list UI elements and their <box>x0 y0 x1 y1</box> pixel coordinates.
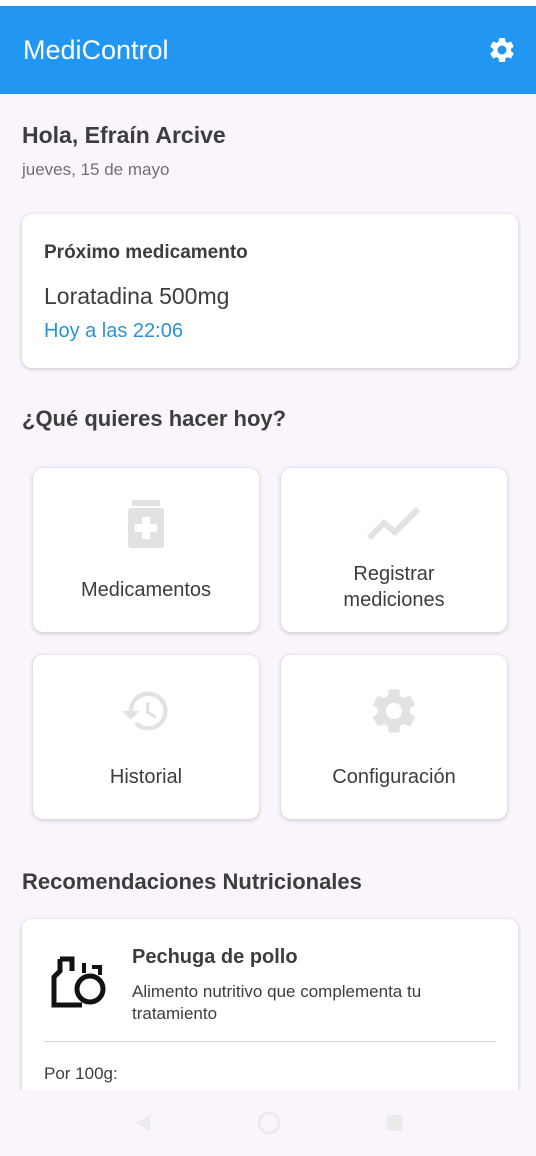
register-measurements-tile[interactable]: Registrar mediciones <box>281 468 507 632</box>
app-title: MediControl <box>23 34 169 65</box>
greeting: Hola, Efraín Arcive <box>22 122 226 148</box>
configuration-tile[interactable]: Configuración <box>281 655 507 819</box>
food-recommendation-card[interactable]: Pechuga de pollo Alimento nutritivo que … <box>22 919 518 1090</box>
next-medication-name: Loratadina 500mg <box>44 283 230 309</box>
divider <box>44 1041 496 1042</box>
food-portion-label: Por 100g: <box>44 1064 118 1083</box>
home-circle-icon <box>257 1111 281 1135</box>
food-name: Pechuga de pollo <box>132 946 298 968</box>
medicine-bottle-icon <box>116 494 176 554</box>
next-medication-heading: Próximo medicamento <box>44 242 248 263</box>
home-button[interactable] <box>256 1110 282 1136</box>
settings-button[interactable] <box>486 34 518 66</box>
register-measurements-label-line2: mediciones <box>343 589 445 611</box>
register-measurements-label-line1: Registrar <box>353 563 435 585</box>
food-icon <box>48 949 106 1009</box>
food-description: Alimento nutritivo que complementa tu tr… <box>132 982 422 1023</box>
back-button[interactable] <box>130 1110 156 1136</box>
medications-tile[interactable]: Medicamentos <box>33 468 259 632</box>
nutrition-title: Recomendaciones Nutricionales <box>22 869 362 894</box>
home-content[interactable]: Hola, Efraín Arcive jueves, 15 de mayo P… <box>0 94 536 1090</box>
history-tile-label: Historial <box>109 766 183 788</box>
current-date: jueves, 15 de mayo <box>22 160 170 179</box>
gear-icon <box>490 37 514 62</box>
next-medication-time: Hoy a las 22:06 <box>44 320 183 342</box>
history-tile[interactable]: Historial <box>33 655 259 819</box>
medications-tile-label: Medicamentos <box>80 579 212 601</box>
back-triangle-icon <box>136 1115 150 1131</box>
gear-icon <box>364 681 424 741</box>
configuration-tile-label: Configuración <box>332 766 456 788</box>
system-navigation-bar <box>0 1090 536 1156</box>
recents-button[interactable] <box>382 1110 408 1136</box>
next-medication-card[interactable]: Próximo medicamento Loratadina 500mg Hoy… <box>22 214 518 368</box>
actions-title: ¿Qué quieres hacer hoy? <box>22 406 287 431</box>
recents-square-icon <box>387 1115 403 1131</box>
register-measurements-tile-label: Registrar mediciones <box>289 561 499 613</box>
app-bar: MediControl <box>0 6 536 94</box>
history-icon <box>116 681 176 741</box>
trending-line-icon <box>364 494 424 554</box>
